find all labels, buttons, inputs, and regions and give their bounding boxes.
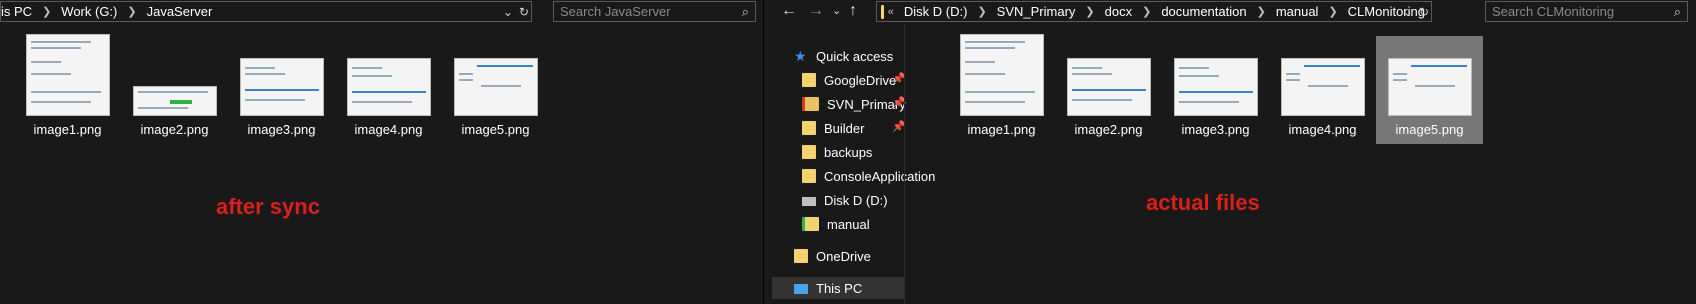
breadcrumb-separator-icon[interactable]: ❯ [1081,5,1098,18]
file-thumbnail [346,58,431,116]
file-item[interactable]: image2.png [121,36,228,144]
breadcrumb-manual[interactable]: manual [1270,4,1325,19]
breadcrumb-separator-icon[interactable]: ❯ [123,5,140,18]
breadcrumb-documentation[interactable]: documentation [1155,4,1252,19]
annotation-actual-files: actual files [1146,190,1260,215]
file-name: image3.png [247,122,316,137]
explorer-right-pane: ← → ⌄ ↑ « Disk D (D:) ❯ SVN_Primary ❯ do… [764,0,1696,304]
explorer-left-pane: is PC ❯ Work (G:) ❯ JavaServer ⌄ ↻ ⌕ ima… [0,0,764,304]
nav-label: Quick access [816,48,894,64]
nav-label: Disk D (D:) [824,192,888,208]
file-item[interactable]: image4.png [335,36,442,144]
nav-this-pc[interactable]: This PC [772,277,904,299]
breadcrumb-javaserver[interactable]: JavaServer [141,4,219,19]
breadcrumb-docx[interactable]: docx [1099,4,1138,19]
nav-label: Builder [824,120,865,136]
drive-icon [802,197,816,206]
annotation-after-sync: after sync [216,194,320,219]
file-name: image5.png [461,122,530,137]
file-name: image1.png [967,122,1036,137]
file-name: image4.png [354,122,423,137]
nav-item-disk-d[interactable]: Disk D (D:) [802,189,888,211]
file-name: image3.png [1181,122,1250,137]
search-box[interactable]: ⌕ [553,1,756,22]
breadcrumb-separator-icon[interactable]: ❯ [1138,5,1155,18]
breadcrumb-separator-icon[interactable]: ❯ [1253,5,1270,18]
file-thumbnail [1387,58,1472,116]
breadcrumb-separator-icon[interactable]: ❯ [38,5,55,18]
search-box[interactable]: ⌕ [1485,1,1688,22]
file-item[interactable]: image2.png [1055,36,1162,144]
file-name: image2.png [1074,122,1143,137]
forward-arrow-icon[interactable]: → [808,2,824,20]
nav-label: OneDrive [816,248,871,264]
file-name: image5.png [1395,122,1464,137]
address-bar[interactable]: is PC ❯ Work (G:) ❯ JavaServer ⌄ ↻ [0,1,532,22]
file-item[interactable]: image5.png [442,36,549,144]
address-bar[interactable]: « Disk D (D:) ❯ SVN_Primary ❯ docx ❯ doc… [876,1,1432,22]
breadcrumb-separator-icon[interactable]: ❯ [1324,5,1341,18]
nav-item-googledrive[interactable]: GoogleDrive [802,69,896,91]
up-arrow-icon[interactable]: ↑ [849,2,857,20]
file-item-selected[interactable]: image5.png [1376,36,1483,144]
nav-item-consoleapplication[interactable]: ConsoleApplication [802,165,935,187]
refresh-icon[interactable]: ↻ [1419,5,1429,19]
chevron-down-icon[interactable]: ⌄ [503,5,513,19]
breadcrumb-svn-primary[interactable]: SVN_Primary [991,4,1082,19]
file-name: image2.png [140,122,209,137]
search-icon[interactable]: ⌕ [1674,4,1681,20]
chevron-down-icon[interactable]: ⌄ [1403,5,1413,19]
star-icon: ★ [794,48,807,64]
folder-icon [802,73,816,87]
folder-icon [794,249,808,263]
folder-icon [802,169,816,183]
breadcrumb-work-drive[interactable]: Work (G:) [55,4,123,19]
file-thumbnail [1280,58,1365,116]
breadcrumb-this-pc[interactable]: is PC [1,4,38,19]
computer-icon [794,284,808,294]
nav-label: GoogleDrive [824,72,897,88]
nav-item-builder[interactable]: Builder [802,117,864,139]
nav-label: manual [827,216,870,232]
nav-label: ConsoleApplication [824,168,936,184]
nav-label: backups [824,144,873,160]
file-thumbnail [239,58,324,116]
file-name: image4.png [1288,122,1357,137]
nav-onedrive[interactable]: OneDrive [794,245,871,267]
folder-icon [802,217,819,231]
refresh-icon[interactable]: ↻ [519,5,529,19]
search-input[interactable] [554,3,755,20]
file-thumbnail [25,34,110,116]
folder-icon [802,145,816,159]
back-arrow-icon[interactable]: ← [781,2,797,20]
file-thumbnail [1173,58,1258,116]
folder-icon [802,97,819,111]
search-input[interactable] [1486,3,1687,20]
file-thumbnail [959,34,1044,116]
file-list: image1.png image2.png image3.png image4.… [14,34,549,144]
file-item[interactable]: image1.png [14,34,121,144]
nav-label: This PC [816,280,863,296]
file-list: image1.png image2.png image3.png image4.… [948,34,1483,144]
file-item[interactable]: image4.png [1269,36,1376,144]
file-name: image1.png [33,122,102,137]
nav-pane-divider [904,24,905,304]
overflow-chevron-icon[interactable]: « [884,6,898,18]
folder-icon [802,121,816,135]
navigation-pane: ★ Quick access GoogleDrive 📌 SVN_Primary… [764,36,935,304]
file-thumbnail [1066,58,1151,116]
nav-item-manual[interactable]: manual [802,213,870,235]
chevron-down-icon[interactable]: ⌄ [832,2,841,20]
nav-item-svn-primary[interactable]: SVN_Primary [802,93,906,115]
search-icon[interactable]: ⌕ [742,4,749,20]
breadcrumb-disk-d[interactable]: Disk D (D:) [898,4,974,19]
breadcrumb-separator-icon[interactable]: ❯ [973,5,990,18]
file-item[interactable]: image1.png [948,34,1055,144]
file-thumbnail [453,58,538,116]
file-item[interactable]: image3.png [228,36,335,144]
file-thumbnail [132,86,217,116]
nav-quick-access[interactable]: ★ Quick access [794,45,893,67]
nav-item-backups[interactable]: backups [802,141,872,163]
file-item[interactable]: image3.png [1162,36,1269,144]
